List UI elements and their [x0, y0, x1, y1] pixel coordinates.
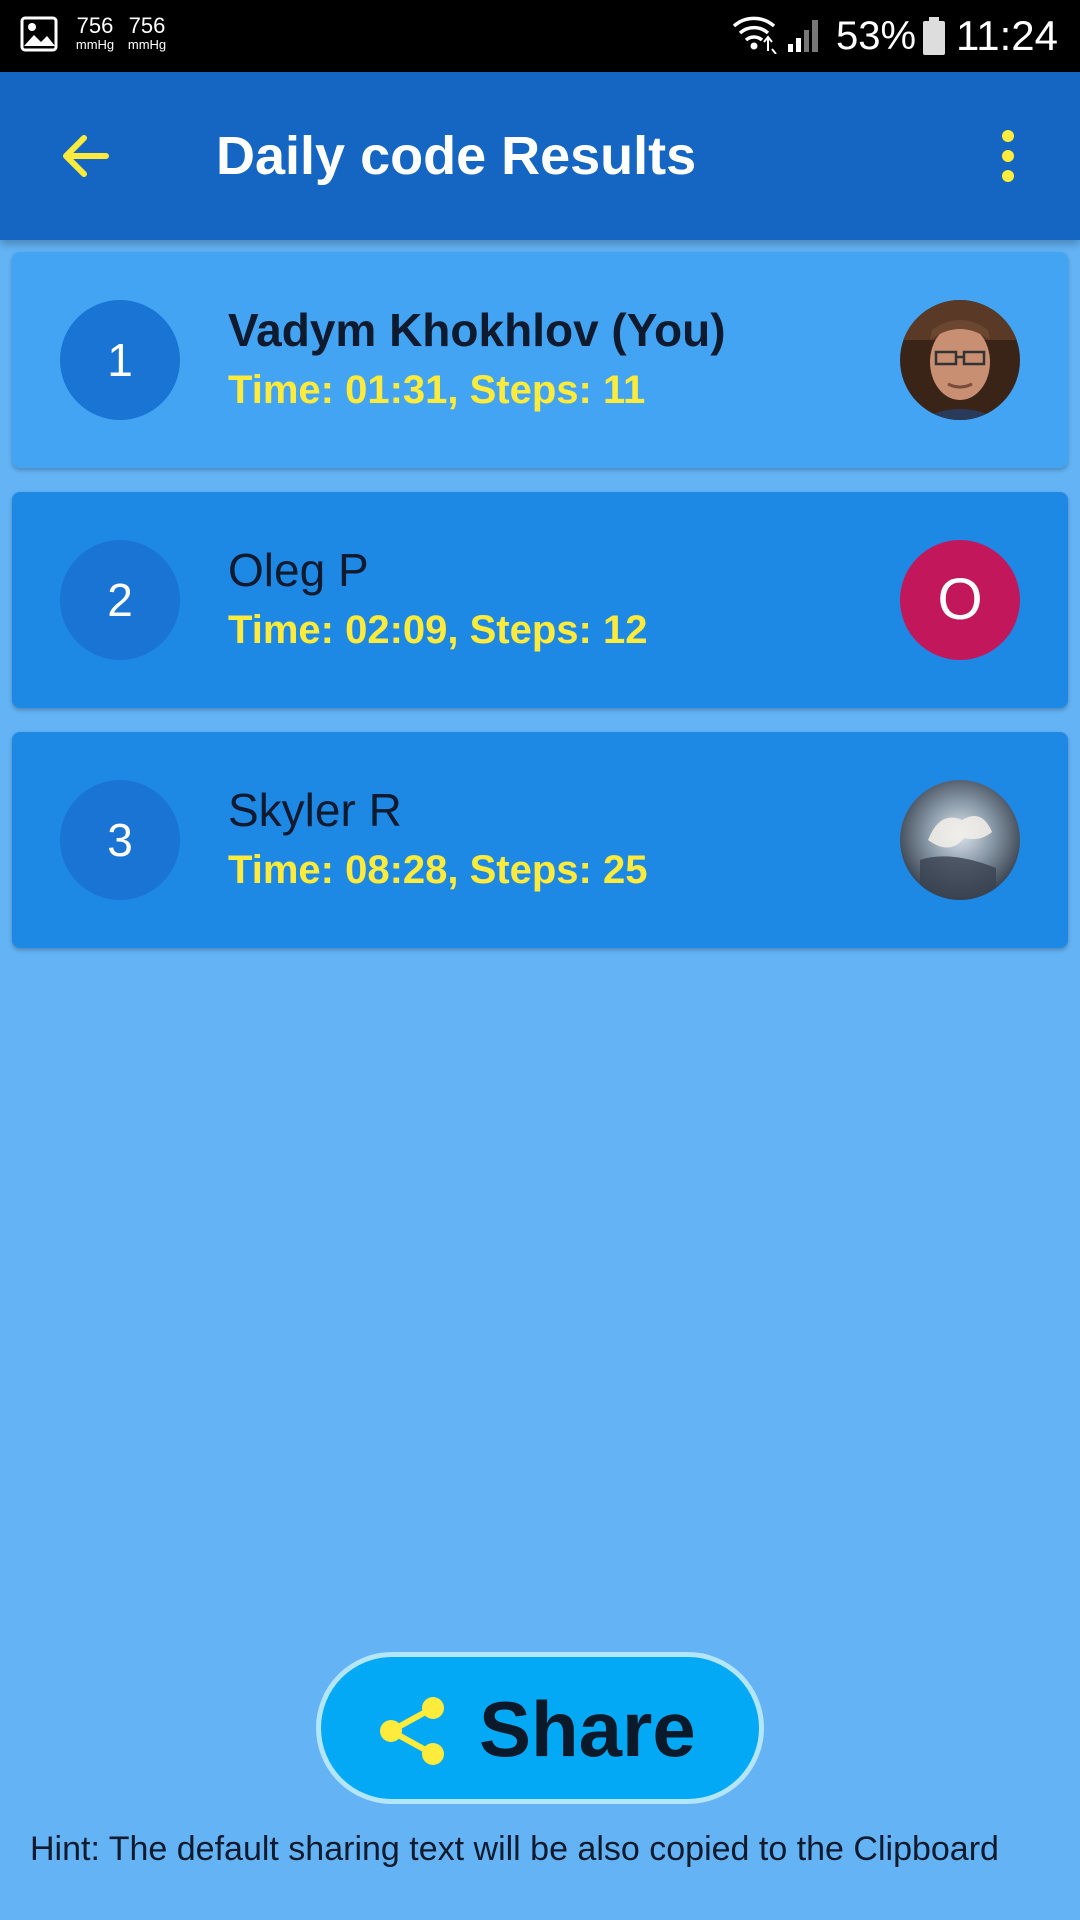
pressure-reading-2: 756 mmHg	[124, 14, 170, 52]
share-label: Share	[479, 1685, 696, 1773]
result-card[interactable]: 1 Vadym Khokhlov (You) Time: 01:31, Step…	[12, 252, 1068, 468]
hint-text: Hint: The default sharing text will be a…	[30, 1830, 999, 1868]
page-title: Daily code Results	[216, 126, 697, 186]
pressure-value: 756	[76, 13, 114, 38]
player-name: Skyler R	[228, 784, 402, 836]
avatar-photo	[900, 780, 1020, 900]
player-stats: Time: 08:28, Steps: 25	[228, 848, 648, 892]
share-icon	[380, 1697, 444, 1765]
result-card[interactable]: 2 Oleg P Time: 02:09, Steps: 12 O	[12, 492, 1068, 708]
status-bar: 756 mmHg 756 mmHg 53% 11:24	[0, 0, 1080, 72]
battery-icon	[923, 17, 945, 55]
more-vert-icon[interactable]	[990, 128, 1026, 184]
player-name: Oleg P	[228, 544, 369, 596]
app-bar: Daily code Results	[0, 72, 1080, 240]
player-name: Vadym Khokhlov (You)	[228, 304, 726, 356]
player-stats: Time: 02:09, Steps: 12	[228, 608, 648, 652]
avatar-photo	[900, 300, 1020, 420]
wifi-icon	[732, 16, 777, 54]
avatar	[900, 780, 1020, 900]
avatar-letter: O	[900, 540, 1020, 660]
share-button[interactable]: Share	[316, 1652, 764, 1804]
player-stats: Time: 01:31, Steps: 11	[228, 368, 646, 412]
pressure-reading-1: 756 mmHg	[72, 14, 118, 52]
arrow-back-icon[interactable]	[56, 126, 116, 186]
rank-badge: 3	[60, 780, 180, 900]
rank-badge: 1	[60, 300, 180, 420]
result-card[interactable]: 3 Skyler R Time: 08:28, Steps: 25	[12, 732, 1068, 948]
clock: 11:24	[956, 12, 1058, 59]
signal-icon	[788, 20, 818, 52]
pressure-unit: mmHg	[127, 37, 167, 52]
rank-badge: 2	[60, 540, 180, 660]
pressure-value: 756	[128, 13, 166, 38]
avatar	[900, 300, 1020, 420]
battery-percent: 53%	[836, 14, 917, 58]
pressure-unit: mmHg	[75, 37, 115, 52]
gallery-notification-icon	[20, 16, 58, 52]
